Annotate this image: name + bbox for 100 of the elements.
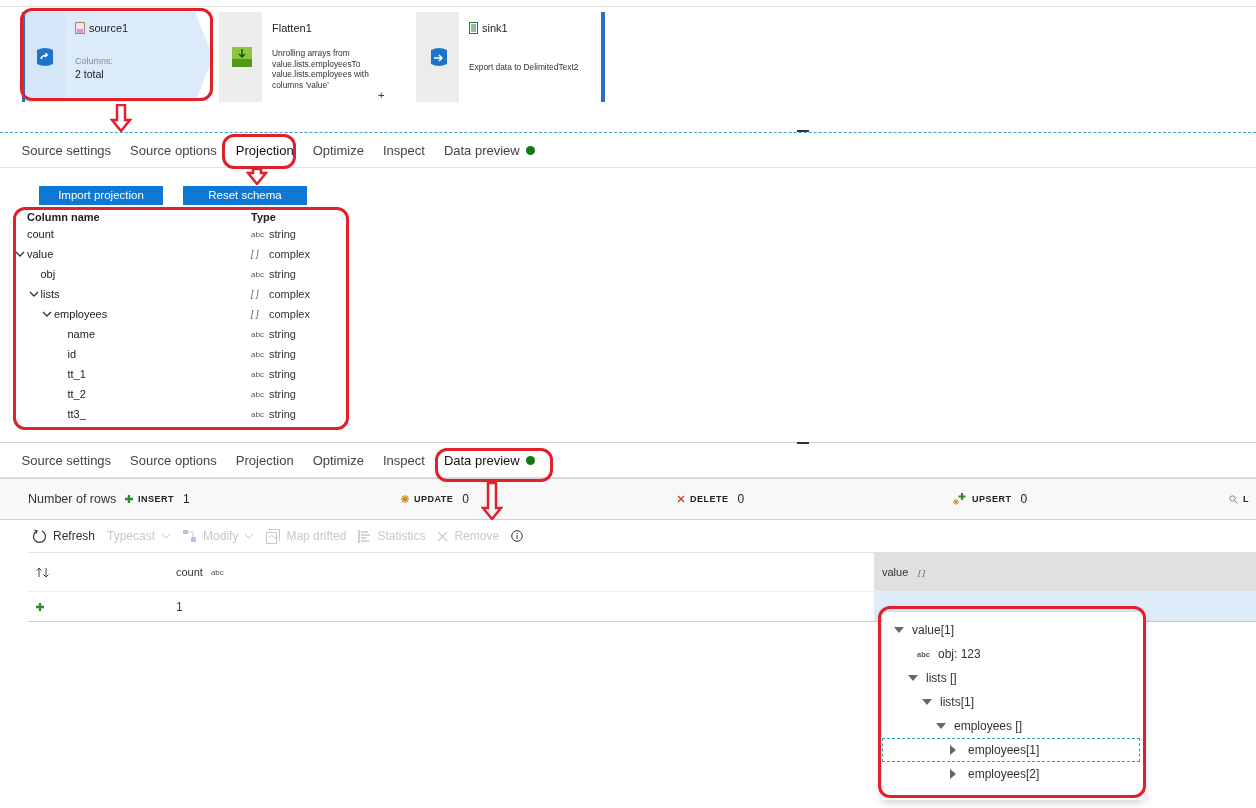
flatten-icon — [232, 47, 252, 67]
tree-item[interactable]: obj: 123 — [938, 647, 981, 661]
cross-icon — [677, 495, 685, 503]
node-description: Export data to DelimitedText2 — [469, 62, 580, 73]
type-marker: abc — [251, 349, 265, 359]
type-marker: abc — [251, 369, 265, 379]
search-icon — [1229, 494, 1238, 504]
chevron-down-icon[interactable] — [15, 250, 27, 258]
annotation-arrow — [481, 482, 503, 520]
count-label: L — [1243, 494, 1249, 504]
caret-icon — [244, 533, 255, 539]
type-marker: [ ] — [251, 309, 260, 319]
chevron-down-icon[interactable] — [42, 310, 54, 318]
tab[interactable]: Projection — [226, 443, 304, 477]
column-header: Column name — [26, 211, 101, 223]
column-name: employees — [54, 308, 108, 320]
column-type: string — [269, 348, 296, 360]
tree-item[interactable]: employees [] — [954, 719, 1023, 733]
type-marker: abc — [251, 409, 265, 419]
tab[interactable]: Inspect — [373, 443, 435, 477]
tab[interactable]: Source options — [120, 133, 227, 167]
column-name: obj — [40, 268, 56, 280]
column-header[interactable]: value [ ] — [874, 553, 1256, 591]
column-name: value — [27, 248, 54, 260]
annotation-arrow — [110, 104, 132, 132]
sort-icon[interactable] — [36, 566, 50, 578]
column-header: Type — [251, 211, 276, 223]
resize-handle[interactable] — [797, 442, 809, 444]
tab[interactable]: Optimize — [303, 133, 374, 167]
tab[interactable]: Source settings — [12, 443, 121, 477]
annotation-arrow — [246, 168, 268, 185]
table-icon — [75, 22, 85, 34]
column-name: lists — [40, 288, 60, 300]
column-type: string — [269, 268, 296, 280]
tab[interactable]: Source options — [120, 443, 227, 477]
tab[interactable]: Data preview — [434, 443, 545, 477]
type-marker: abc — [251, 229, 265, 239]
tree-item[interactable]: employees[2] — [968, 767, 1040, 781]
statistics-icon — [358, 529, 372, 543]
refresh-icon — [32, 528, 47, 544]
reset-schema-button[interactable]: Reset schema — [183, 186, 307, 205]
column-name: tt_2 — [67, 388, 86, 400]
database-icon — [37, 47, 53, 67]
node-label: Columns: — [75, 56, 114, 66]
plus-icon — [36, 602, 44, 611]
caret-icon — [161, 533, 172, 539]
tree-item[interactable]: lists [] — [926, 671, 957, 685]
column-type: complex — [269, 248, 310, 260]
column-header[interactable]: count abc — [176, 553, 874, 591]
type-marker: abc — [251, 389, 265, 399]
column-type: string — [269, 388, 296, 400]
type-marker: abc — [251, 329, 265, 339]
modify-icon — [183, 529, 198, 543]
count-label: UPSERT — [972, 494, 1012, 504]
tree-item[interactable]: value[1] — [912, 623, 955, 637]
column-type: string — [269, 368, 296, 380]
tab[interactable]: Inspect — [373, 133, 435, 167]
resize-handle[interactable] — [797, 130, 809, 132]
column-type: string — [269, 228, 296, 240]
plus-icon — [125, 495, 133, 503]
tree-item[interactable]: lists[1] — [940, 695, 974, 709]
column-name: tt_1 — [67, 368, 86, 380]
type-marker: [ ] — [918, 567, 925, 577]
node-title: sink1 — [482, 22, 508, 34]
rows-label: Number of rows — [28, 492, 118, 506]
column-name: name — [67, 328, 96, 340]
import-projection-button[interactable]: Import projection — [39, 186, 163, 205]
add-button[interactable]: + — [378, 89, 385, 101]
column-type: string — [269, 328, 296, 340]
chevron-down-icon[interactable] — [28, 290, 41, 298]
type-marker: abc — [210, 567, 224, 577]
column-type: string — [269, 408, 296, 420]
tab[interactable]: Projection — [226, 133, 304, 167]
type-marker: abc — [251, 269, 265, 279]
count-value: 0 — [1020, 492, 1028, 506]
column-name: tt3_ — [67, 408, 86, 420]
tab[interactable]: Source settings — [12, 133, 121, 167]
count-value: 0 — [737, 492, 745, 506]
count-value: 0 — [462, 492, 470, 506]
tab[interactable]: Optimize — [303, 443, 374, 477]
toolbar-button[interactable]: Refresh — [32, 528, 96, 544]
column-type: complex — [269, 288, 310, 300]
tree-item[interactable]: employees[1] — [968, 743, 1040, 757]
type-marker: [ ] — [251, 249, 260, 259]
info-icon — [511, 530, 524, 542]
info-button[interactable] — [511, 530, 524, 542]
count-label: INSERT — [138, 494, 174, 504]
type-marker: [ ] — [251, 289, 260, 299]
close-icon — [437, 530, 449, 542]
node-title: Flatten1 — [272, 22, 312, 34]
table-cell: 1 — [176, 599, 183, 614]
column-name: id — [67, 348, 77, 360]
node-card[interactable]: source1 Columns: 2 total — [65, 12, 213, 102]
node-title: source1 — [89, 22, 129, 34]
tab[interactable]: Data preview — [434, 133, 545, 167]
document-icon — [469, 22, 478, 34]
map-icon — [266, 528, 281, 544]
column-title: count — [176, 566, 203, 578]
asterisk-icon — [401, 495, 409, 503]
database-icon — [431, 47, 447, 67]
